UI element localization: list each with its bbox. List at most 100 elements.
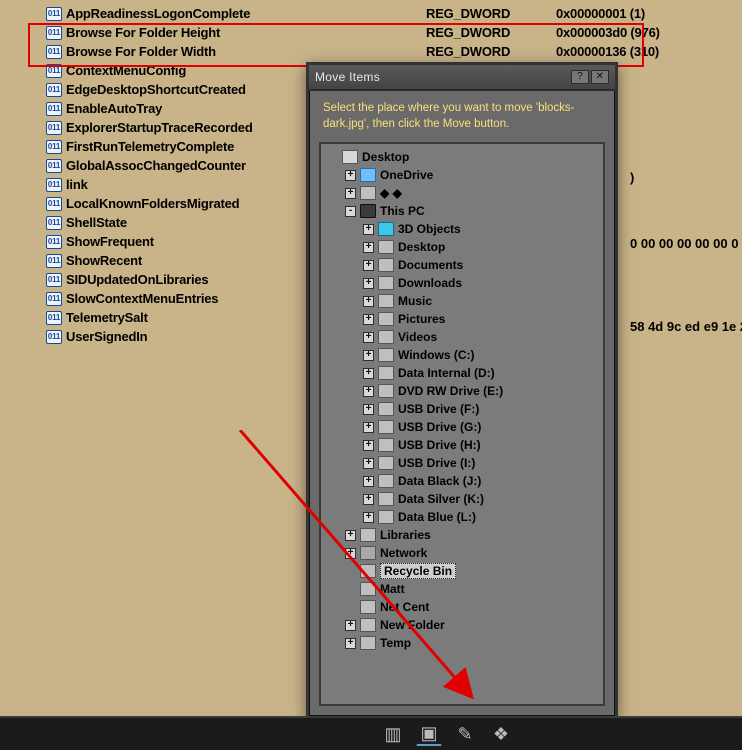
drv-icon bbox=[378, 510, 394, 524]
taskbar-app-2[interactable]: ▣ bbox=[416, 722, 442, 746]
reg-value-name: Browse For Folder Width bbox=[66, 44, 426, 59]
tree-node-label: Pictures bbox=[398, 312, 445, 326]
expand-icon[interactable]: + bbox=[363, 224, 374, 235]
toggle-spacer bbox=[345, 584, 356, 595]
tree-node[interactable]: +Data Internal (D:) bbox=[323, 364, 601, 382]
tree-node[interactable]: Recycle Bin bbox=[323, 562, 601, 580]
tree-node-label: 3D Objects bbox=[398, 222, 461, 236]
expand-icon[interactable]: + bbox=[363, 368, 374, 379]
toggle-spacer bbox=[327, 152, 338, 163]
desk-icon bbox=[342, 150, 358, 164]
tree-node[interactable]: +Windows (C:) bbox=[323, 346, 601, 364]
tree-node-label: USB Drive (I:) bbox=[398, 456, 475, 470]
drv-icon bbox=[378, 402, 394, 416]
tree-node[interactable]: - This PC bbox=[323, 202, 601, 220]
expand-icon[interactable]: + bbox=[345, 638, 356, 649]
tree-node[interactable]: + USB Drive (F:) bbox=[323, 400, 601, 418]
tree-node[interactable]: +Desktop bbox=[323, 238, 601, 256]
tree-node[interactable]: +Libraries bbox=[323, 526, 601, 544]
tree-node[interactable]: Matt bbox=[323, 580, 601, 598]
drv-icon bbox=[378, 456, 394, 470]
tree-node[interactable]: +USB Drive (G:) bbox=[323, 418, 601, 436]
tree-node[interactable]: Net Cent bbox=[323, 598, 601, 616]
drv-icon bbox=[360, 582, 376, 596]
drv-icon bbox=[378, 258, 394, 272]
tree-node[interactable]: +Network bbox=[323, 544, 601, 562]
tree-node[interactable]: Desktop bbox=[323, 148, 601, 166]
tree-node[interactable]: +◆ ◆ bbox=[323, 184, 601, 202]
registry-value-row[interactable]: 011AppReadinessLogonCompleteREG_DWORD0x0… bbox=[10, 4, 742, 23]
expand-icon[interactable]: + bbox=[363, 314, 374, 325]
expand-icon[interactable]: + bbox=[363, 422, 374, 433]
expand-icon[interactable]: + bbox=[363, 386, 374, 397]
dialog-titlebar[interactable]: Move Items ? ✕ bbox=[309, 65, 615, 91]
tree-node[interactable]: +Data Blue (L:) bbox=[323, 508, 601, 526]
tree-node[interactable]: +3D Objects bbox=[323, 220, 601, 238]
expand-icon[interactable]: + bbox=[345, 188, 356, 199]
drv-icon bbox=[378, 294, 394, 308]
tree-node-label: Data Silver (K:) bbox=[398, 492, 484, 506]
expand-icon[interactable]: + bbox=[363, 296, 374, 307]
reg-value-icon: 011 bbox=[46, 121, 62, 135]
expand-icon[interactable]: + bbox=[363, 260, 374, 271]
expand-icon[interactable]: + bbox=[363, 440, 374, 451]
reg-value-data-overflow: 58 4d 9c ed e9 1e 2 bbox=[630, 319, 742, 334]
tree-node[interactable]: +OneDrive bbox=[323, 166, 601, 184]
expand-icon[interactable]: + bbox=[363, 476, 374, 487]
expand-icon[interactable]: + bbox=[345, 548, 356, 559]
tree-node[interactable]: + Videos bbox=[323, 328, 601, 346]
reg-value-icon: 011 bbox=[46, 197, 62, 211]
taskbar-app-4[interactable]: ❖ bbox=[488, 722, 514, 746]
tree-node[interactable]: +New Folder bbox=[323, 616, 601, 634]
drv-icon bbox=[378, 240, 394, 254]
dialog-title: Move Items bbox=[315, 70, 569, 84]
taskbar-app-3[interactable]: ✎ bbox=[452, 722, 478, 746]
drv-icon bbox=[360, 528, 376, 542]
tree-node[interactable]: +Music bbox=[323, 292, 601, 310]
tree-node[interactable]: +DVD RW Drive (E:) bbox=[323, 382, 601, 400]
expand-icon[interactable]: + bbox=[363, 404, 374, 415]
reg-value-type: REG_DWORD bbox=[426, 44, 556, 59]
registry-value-row[interactable]: 011Browse For Folder HeightREG_DWORD0x00… bbox=[10, 23, 742, 42]
tree-node[interactable]: +USB Drive (H:) bbox=[323, 436, 601, 454]
expand-icon[interactable]: + bbox=[363, 494, 374, 505]
tree-node-label: USB Drive (F:) bbox=[398, 402, 479, 416]
registry-value-row[interactable]: 011Browse For Folder WidthREG_DWORD0x000… bbox=[10, 42, 742, 61]
tree-node-label: Data Black (J:) bbox=[398, 474, 481, 488]
tree-node[interactable]: + Pictures bbox=[323, 310, 601, 328]
tree-node[interactable]: +Downloads bbox=[323, 274, 601, 292]
dialog-close-button[interactable]: ✕ bbox=[591, 70, 609, 84]
expand-icon[interactable]: + bbox=[345, 620, 356, 631]
tree-node-label: This PC bbox=[380, 204, 425, 218]
expand-icon[interactable]: + bbox=[345, 170, 356, 181]
tree-node[interactable]: + Data Black (J:) bbox=[323, 472, 601, 490]
drv-icon bbox=[360, 564, 376, 578]
reg-value-icon: 011 bbox=[46, 330, 62, 344]
expand-icon[interactable]: + bbox=[363, 458, 374, 469]
tree-node[interactable]: + Data Silver (K:) bbox=[323, 490, 601, 508]
expand-icon[interactable]: + bbox=[363, 242, 374, 253]
tree-node[interactable]: + Documents bbox=[323, 256, 601, 274]
drv-icon bbox=[378, 438, 394, 452]
tree-node-label: Videos bbox=[398, 330, 437, 344]
expand-icon[interactable]: + bbox=[363, 512, 374, 523]
tree-node-label: Documents bbox=[398, 258, 463, 272]
expand-icon[interactable]: + bbox=[363, 278, 374, 289]
collapse-icon[interactable]: - bbox=[345, 206, 356, 217]
drv-icon bbox=[378, 330, 394, 344]
expand-icon[interactable]: + bbox=[345, 530, 356, 541]
reg-value-name: AppReadinessLogonComplete bbox=[66, 6, 426, 21]
dialog-help-button[interactable]: ? bbox=[571, 70, 589, 84]
reg-value-icon: 011 bbox=[46, 178, 62, 192]
expand-icon[interactable]: + bbox=[363, 350, 374, 361]
tree-node[interactable]: + USB Drive (I:) bbox=[323, 454, 601, 472]
drv-icon bbox=[378, 420, 394, 434]
reg-value-icon: 011 bbox=[46, 45, 62, 59]
expand-icon[interactable]: + bbox=[363, 332, 374, 343]
taskbar-app-1[interactable]: ▥ bbox=[380, 722, 406, 746]
drv-icon bbox=[378, 312, 394, 326]
folder-tree[interactable]: Desktop+OneDrive+◆ ◆-This PC+3D Objects+… bbox=[319, 142, 605, 706]
pc-icon bbox=[360, 204, 376, 218]
toggle-spacer bbox=[345, 602, 356, 613]
tree-node[interactable]: +Temp bbox=[323, 634, 601, 652]
